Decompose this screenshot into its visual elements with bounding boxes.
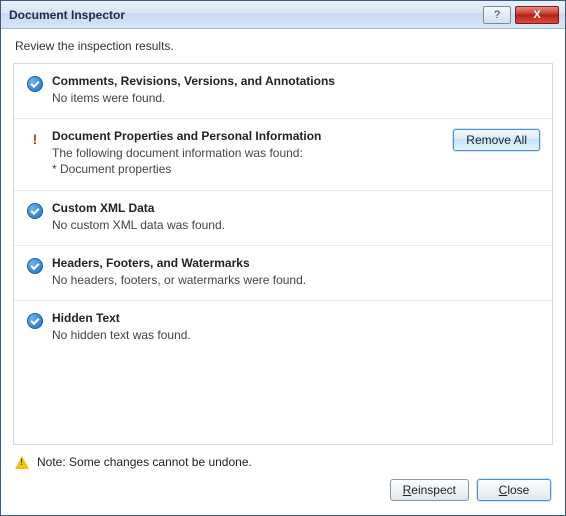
section-headers-footers: Headers, Footers, and Watermarks No head…: [14, 246, 552, 301]
section-action: Remove All: [453, 129, 540, 151]
section-title: Headers, Footers, and Watermarks: [52, 256, 540, 270]
section-detail: No items were found.: [52, 90, 540, 106]
check-icon: [26, 75, 44, 93]
section-hidden-text: Hidden Text No hidden text was found.: [14, 301, 552, 355]
section-title: Custom XML Data: [52, 201, 540, 215]
section-detail: No custom XML data was found.: [52, 217, 540, 233]
section-body: Custom XML Data No custom XML data was f…: [52, 201, 540, 233]
check-icon: [26, 257, 44, 275]
close-button[interactable]: Close: [477, 479, 551, 501]
section-comments: Comments, Revisions, Versions, and Annot…: [14, 64, 552, 119]
warning-icon: [15, 456, 29, 469]
document-inspector-dialog: Document Inspector ? X Review the inspec…: [0, 0, 566, 516]
section-title: Comments, Revisions, Versions, and Annot…: [52, 74, 540, 88]
exclaim-icon: !: [26, 130, 44, 148]
reinspect-button[interactable]: Reinspect: [390, 479, 469, 501]
section-detail: The following document information was f…: [52, 145, 445, 177]
section-body: Document Properties and Personal Informa…: [52, 129, 445, 177]
close-icon: X: [533, 9, 540, 21]
section-body: Comments, Revisions, Versions, and Annot…: [52, 74, 540, 106]
remove-all-button[interactable]: Remove All: [453, 129, 540, 151]
section-detail: No headers, footers, or watermarks were …: [52, 272, 540, 288]
instruction-text: Review the inspection results.: [1, 29, 565, 57]
button-row: Reinspect Close: [1, 475, 565, 515]
section-custom-xml: Custom XML Data No custom XML data was f…: [14, 191, 552, 246]
section-body: Headers, Footers, and Watermarks No head…: [52, 256, 540, 288]
help-button[interactable]: ?: [483, 6, 511, 24]
section-detail: No hidden text was found.: [52, 327, 540, 343]
section-doc-properties: ! Document Properties and Personal Infor…: [14, 119, 552, 190]
titlebar: Document Inspector ? X: [1, 1, 565, 29]
window-title: Document Inspector: [9, 8, 483, 22]
results-panel: Comments, Revisions, Versions, and Annot…: [13, 63, 553, 445]
section-title: Hidden Text: [52, 311, 540, 325]
check-icon: [26, 312, 44, 330]
footer-note-text: Note: Some changes cannot be undone.: [37, 455, 252, 469]
section-body: Hidden Text No hidden text was found.: [52, 311, 540, 343]
check-icon: [26, 202, 44, 220]
help-icon: ?: [494, 9, 500, 21]
footer-note: Note: Some changes cannot be undone.: [1, 445, 565, 475]
section-title: Document Properties and Personal Informa…: [52, 129, 445, 143]
window-close-button[interactable]: X: [515, 6, 559, 24]
